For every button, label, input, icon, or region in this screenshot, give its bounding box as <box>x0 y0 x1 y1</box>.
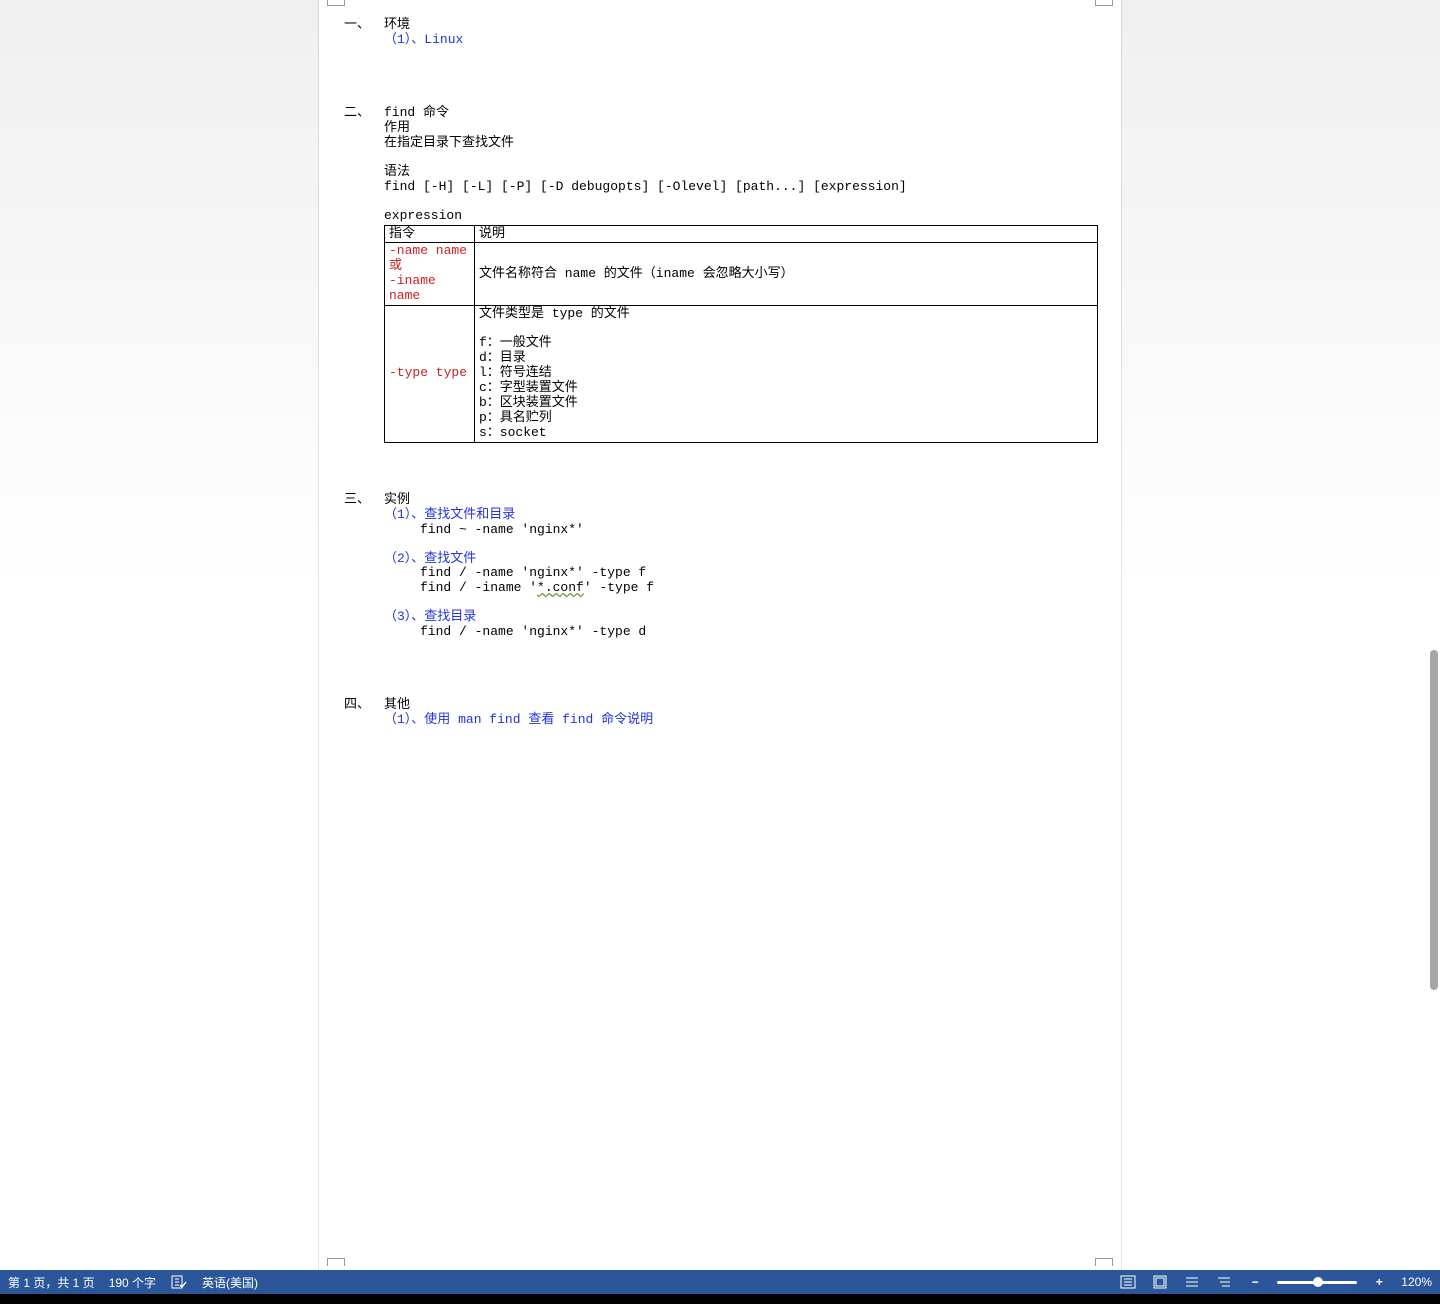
status-page[interactable]: 第 1 页，共 1 页 <box>8 1274 95 1291</box>
opt-iname: -iname name <box>389 274 470 304</box>
section-3-title: 实例 <box>384 493 1096 508</box>
section-4-title: 其他 <box>384 698 1096 713</box>
status-word-count[interactable]: 190 个字 <box>109 1274 156 1291</box>
type-f: f：一般文件 <box>479 336 1093 351</box>
section-4-sub: （1）、使用 man find 查看 find 命令说明 <box>384 713 1096 728</box>
s2-line-syntax: find [-H] [-L] [-P] [-D debugopts] [-Ole… <box>384 180 1098 195</box>
zoom-out-button[interactable]: − <box>1247 1274 1263 1290</box>
outline-icon[interactable] <box>1215 1273 1233 1291</box>
document-content[interactable]: 一、 环境 （1）、Linux 二、 find 命令 作用 在指定目录下查找文件… <box>344 18 1096 728</box>
zoom-slider[interactable] <box>1277 1281 1357 1284</box>
s2-line-usage: 作用 <box>384 121 1098 136</box>
section-2: 二、 find 命令 作用 在指定目录下查找文件 语法 find [-H] [-… <box>344 106 1096 443</box>
web-layout-icon[interactable] <box>1183 1273 1201 1291</box>
table-row: -type type 文件类型是 type 的文件 f：一般文件 d：目录 l：… <box>385 306 1098 443</box>
status-language[interactable]: 英语(美国) <box>202 1274 258 1291</box>
opt-name-or: 或 <box>389 259 470 274</box>
s3-g2-cmd2: find / -iname '*.conf' -type f <box>384 581 1096 596</box>
s3-g1-title: （1）、查找文件和目录 <box>384 508 1096 523</box>
s2-line-desc: 在指定目录下查找文件 <box>384 136 1098 151</box>
opt-name: -name name <box>389 244 470 259</box>
type-b: b：区块装置文件 <box>479 396 1093 411</box>
type-c: c：字型装置文件 <box>479 381 1093 396</box>
table-header-desc: 说明 <box>475 225 1098 243</box>
section-4: 四、 其他 （1）、使用 man find 查看 find 命令说明 <box>344 698 1096 728</box>
read-mode-icon[interactable] <box>1119 1273 1137 1291</box>
s3-g2-cmd2-spell: *.conf <box>537 580 584 595</box>
table-row: 指令 说明 <box>385 225 1098 243</box>
app-window: 一、 环境 （1）、Linux 二、 find 命令 作用 在指定目录下查找文件… <box>0 0 1440 1304</box>
s2-line-syntax-label: 语法 <box>384 165 1098 180</box>
status-bar: 第 1 页，共 1 页 190 个字 英语(美国) − + 120% <box>0 1270 1440 1294</box>
zoom-in-button[interactable]: + <box>1371 1274 1387 1290</box>
section-1-title: 环境 <box>384 18 1096 33</box>
opt-type-desc: 文件类型是 type 的文件 <box>479 307 1093 322</box>
expression-table: 指令 说明 -name name 或 -iname name 文件名称符合 na… <box>384 225 1098 443</box>
section-1-sub: （1）、Linux <box>384 33 1096 48</box>
section-4-number: 四、 <box>344 698 384 713</box>
type-l: l：符号连结 <box>479 366 1093 381</box>
table-row: -name name 或 -iname name 文件名称符合 name 的文件… <box>385 243 1098 306</box>
section-3: 三、 实例 （1）、查找文件和目录 find ~ -name 'nginx*' … <box>344 493 1096 641</box>
bottom-bar <box>0 1294 1440 1304</box>
print-layout-icon[interactable] <box>1151 1273 1169 1291</box>
margin-guide-br <box>1095 1258 1113 1266</box>
type-d: d：目录 <box>479 351 1093 366</box>
section-2-title: find 命令 <box>384 106 1098 121</box>
type-s: s：socket <box>479 426 1093 441</box>
zoom-level[interactable]: 120% <box>1401 1275 1432 1289</box>
margin-guide-tr <box>1095 0 1113 6</box>
table-header-cmd: 指令 <box>385 225 475 243</box>
spellcheck-icon[interactable] <box>170 1273 188 1291</box>
margin-guide-bl <box>327 1258 345 1266</box>
s3-g3-cmd: find / -name 'nginx*' -type d <box>384 625 1096 640</box>
page[interactable]: 一、 环境 （1）、Linux 二、 find 命令 作用 在指定目录下查找文件… <box>319 0 1121 1270</box>
document-area: 一、 环境 （1）、Linux 二、 find 命令 作用 在指定目录下查找文件… <box>0 0 1440 1270</box>
s3-g1-cmd: find ~ -name 'nginx*' <box>384 523 1096 538</box>
section-1: 一、 环境 （1）、Linux <box>344 18 1096 48</box>
s3-g3-title: （3）、查找目录 <box>384 610 1096 625</box>
zoom-slider-thumb[interactable] <box>1313 1277 1323 1287</box>
vertical-scrollbar[interactable] <box>1430 650 1438 990</box>
section-1-number: 一、 <box>344 18 384 33</box>
section-3-number: 三、 <box>344 493 384 508</box>
margin-guide-tl <box>327 0 345 6</box>
opt-type: -type type <box>385 306 475 443</box>
opt-name-desc: 文件名称符合 name 的文件（iname 会忽略大小写） <box>475 243 1098 306</box>
s3-g2-cmd2-a: find / -iname ' <box>420 580 537 595</box>
s3-g2-cmd1: find / -name 'nginx*' -type f <box>384 566 1096 581</box>
s2-table-title: expression <box>384 209 1098 224</box>
type-p: p：具名贮列 <box>479 411 1093 426</box>
section-2-number: 二、 <box>344 106 384 121</box>
s3-g2-cmd2-b: ' -type f <box>584 580 654 595</box>
s3-g2-title: （2）、查找文件 <box>384 552 1096 567</box>
